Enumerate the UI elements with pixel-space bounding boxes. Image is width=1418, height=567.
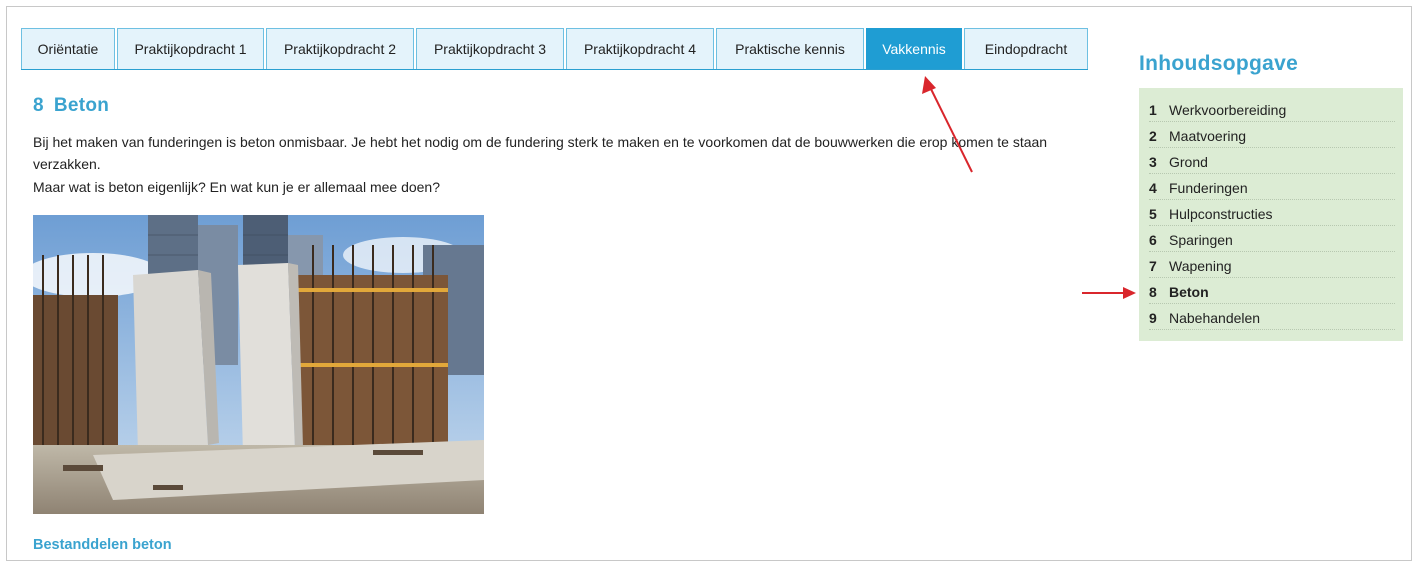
toc-item-number: 6 bbox=[1149, 232, 1157, 248]
chapter-number: 8 bbox=[33, 95, 44, 116]
toc-item-wapening[interactable]: 7 Wapening bbox=[1149, 252, 1395, 278]
toc-item-sparingen[interactable]: 6 Sparingen bbox=[1149, 226, 1395, 252]
section-subheading: Bestanddelen beton bbox=[33, 537, 172, 553]
question-paragraph: Maar wat is beton eigenlijk? En wat kun … bbox=[33, 179, 441, 195]
toc-item-maatvoering[interactable]: 2 Maatvoering bbox=[1149, 122, 1395, 148]
toc-item-hulpconstructies[interactable]: 5 Hulpconstructies bbox=[1149, 200, 1395, 226]
toc-item-label: Hulpconstructies bbox=[1169, 206, 1273, 222]
toc-item-label: Nabehandelen bbox=[1169, 310, 1261, 326]
tab-eindopdracht[interactable]: Eindopdracht bbox=[964, 28, 1088, 69]
toc-item-number: 1 bbox=[1149, 102, 1157, 118]
toc-item-number: 3 bbox=[1149, 154, 1157, 170]
toc-item-number: 2 bbox=[1149, 128, 1157, 144]
toc-item-label: Werkvoorbereiding bbox=[1169, 102, 1287, 118]
tab-praktische-kennis[interactable]: Praktische kennis bbox=[716, 28, 864, 69]
toc-item-werkvoorbereiding[interactable]: 1 Werkvoorbereiding bbox=[1149, 96, 1395, 122]
intro-paragraph: Bij het maken van funderingen is beton o… bbox=[33, 134, 1048, 172]
toc-item-number: 8 bbox=[1149, 284, 1157, 300]
toc-item-beton[interactable]: 8 Beton bbox=[1149, 278, 1395, 304]
toc-item-nabehandelen[interactable]: 9 Nabehandelen bbox=[1149, 304, 1395, 330]
chapter-heading: 8 Beton bbox=[33, 95, 109, 117]
toc-item-label: Grond bbox=[1169, 154, 1208, 170]
tab-praktijkopdracht-1[interactable]: Praktijkopdracht 1 bbox=[117, 28, 264, 69]
tab-bar: Oriëntatie Praktijkopdracht 1 Praktijkop… bbox=[21, 28, 1088, 70]
tab-praktijkopdracht-4[interactable]: Praktijkopdracht 4 bbox=[566, 28, 714, 69]
toc-item-number: 9 bbox=[1149, 310, 1157, 326]
chapter-title: Beton bbox=[53, 95, 110, 116]
table-of-contents: 1 Werkvoorbereiding 2 Maatvoering 3 Grond 4… bbox=[1139, 88, 1403, 341]
construction-site-image bbox=[33, 215, 484, 514]
toc-item-grond[interactable]: 3 Grond bbox=[1149, 148, 1395, 174]
toc-item-label: Sparingen bbox=[1169, 232, 1233, 248]
tab-praktijkopdracht-3[interactable]: Praktijkopdracht 3 bbox=[416, 28, 564, 69]
toc-item-label: Wapening bbox=[1169, 258, 1232, 274]
toc-title: Inhoudsopgave bbox=[1139, 52, 1299, 75]
toc-item-funderingen[interactable]: 4 Funderingen bbox=[1149, 174, 1395, 200]
toc-item-number: 7 bbox=[1149, 258, 1157, 274]
tab-vakkennis[interactable]: Vakkennis bbox=[866, 28, 962, 69]
tab-orientatie[interactable]: Oriëntatie bbox=[21, 28, 115, 69]
toc-item-label: Maatvoering bbox=[1169, 128, 1247, 144]
toc-item-number: 4 bbox=[1149, 180, 1157, 196]
tab-praktijkopdracht-2[interactable]: Praktijkopdracht 2 bbox=[266, 28, 414, 69]
toc-item-label: Funderingen bbox=[1169, 180, 1248, 196]
toc-item-label: Beton bbox=[1169, 284, 1209, 300]
toc-item-number: 5 bbox=[1149, 206, 1157, 222]
